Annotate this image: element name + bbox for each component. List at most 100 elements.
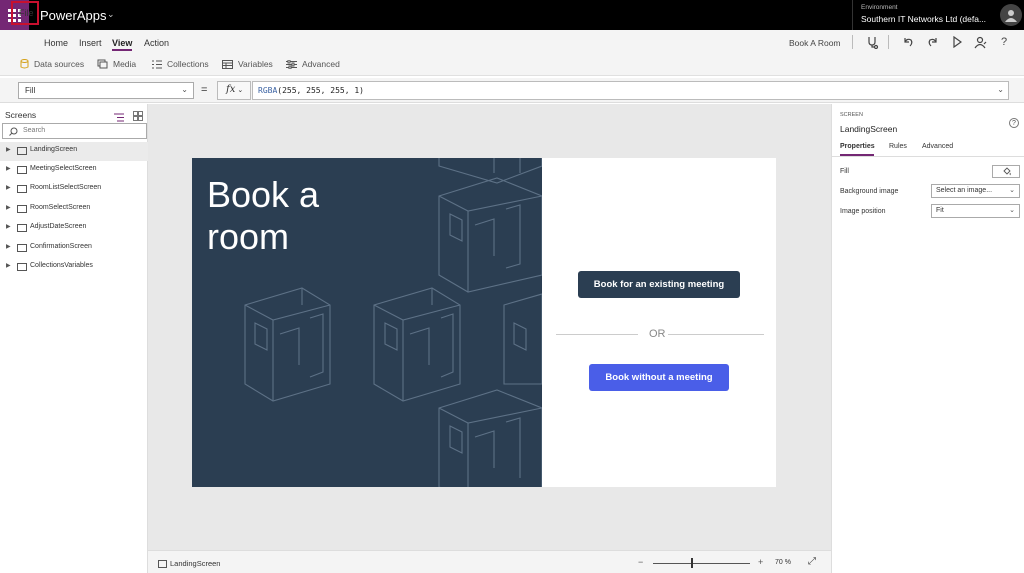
book-without-meeting-button[interactable]: Book without a meeting [589, 364, 729, 391]
media-button[interactable]: Media [97, 59, 136, 69]
menu-insert[interactable]: Insert [79, 38, 102, 48]
image-position-label: Image position [840, 208, 886, 215]
tree-item-label: AdjustDateScreen [30, 223, 87, 230]
menu-home[interactable]: Home [44, 38, 68, 48]
expand-arrow-icon[interactable]: ▶ [6, 243, 11, 250]
control-type-label: SCREEN [840, 112, 863, 118]
sliders-icon [286, 59, 297, 69]
expand-arrow-icon[interactable]: ▶ [6, 262, 11, 269]
tree-item-meetingselectscreen[interactable]: ▶ MeetingSelectScreen [0, 161, 148, 180]
screen-icon [158, 560, 167, 568]
environment-label: Environment [861, 4, 898, 11]
zoom-slider-thumb[interactable] [691, 558, 693, 568]
chevron-down-icon: ⌄ [1009, 187, 1015, 194]
formula-args: (255, 255, 255, 1) [277, 86, 364, 95]
share-user-icon[interactable] [972, 34, 988, 50]
screen-icon [17, 185, 27, 193]
tree-item-label: ConfirmationScreen [30, 243, 92, 250]
expand-arrow-icon[interactable]: ▶ [6, 146, 11, 153]
function-button[interactable]: fx ⌄ [217, 81, 251, 100]
image-position-value: Fit [936, 207, 944, 214]
screen-icon [17, 244, 27, 252]
formula-input[interactable]: RGBA(255, 255, 255, 1) ⌄ [252, 81, 1009, 100]
avatar[interactable] [1000, 4, 1022, 26]
collections-button[interactable]: Collections [152, 59, 209, 69]
chevron-down-icon[interactable]: ⌄ [107, 9, 115, 20]
help-icon[interactable]: ? [1009, 118, 1019, 128]
user-icon [1005, 10, 1017, 22]
tree-item-label: LandingScreen [30, 146, 78, 153]
headline-line-2: room [207, 216, 290, 257]
play-icon[interactable] [949, 34, 965, 50]
tree-item-roomlistselectscreen[interactable]: ▶ RoomListSelectScreen [0, 180, 148, 199]
image-position-dropdown[interactable]: Fit ⌄ [931, 204, 1020, 218]
environment-picker[interactable]: Environment Southern IT Networks Ltd (de… [852, 0, 996, 30]
expand-arrow-icon[interactable]: ▶ [6, 184, 11, 191]
paint-bucket-icon [1002, 167, 1011, 176]
headline: Book a room [207, 174, 319, 258]
zoom-out-button[interactable]: − [638, 557, 643, 567]
redo-icon[interactable] [925, 34, 941, 50]
advanced-button[interactable]: Advanced [286, 59, 340, 69]
design-canvas[interactable]: Book a room Book for an existing meeting… [148, 104, 831, 550]
fit-to-window-icon[interactable]: ⤢ [808, 556, 816, 567]
status-bar: LandingScreen − + 70 % ⤢ [148, 550, 831, 573]
tree-item-label: MeetingSelectScreen [30, 165, 97, 172]
expand-arrow-icon[interactable]: ▶ [6, 165, 11, 172]
table-icon [222, 59, 233, 69]
app-name-button[interactable]: Book A Room [789, 38, 841, 48]
menu-file[interactable]: File [11, 1, 39, 25]
book-existing-meeting-button[interactable]: Book for an existing meeting [578, 271, 740, 298]
help-icon[interactable]: ? [996, 34, 1012, 50]
tree-item-label: CollectionsVariables [30, 262, 93, 269]
variables-label: Variables [238, 59, 273, 69]
fill-color-picker[interactable] [992, 165, 1020, 178]
expand-arrow-icon[interactable]: ▶ [6, 223, 11, 230]
tree-item-roomselectscreen[interactable]: ▶ RoomSelectScreen [0, 200, 148, 219]
fill-label: Fill [840, 168, 849, 175]
zoom-slider[interactable] [653, 563, 750, 564]
tab-advanced[interactable]: Advanced [922, 143, 953, 150]
chevron-down-icon: ⌄ [181, 85, 188, 94]
advanced-label: Advanced [302, 59, 340, 69]
chevron-down-icon[interactable]: ⌄ [997, 85, 1004, 94]
tree-view-title: Screens [5, 110, 37, 120]
tree-item-landingscreen[interactable]: ▶ LandingScreen [0, 142, 148, 161]
zoom-in-button[interactable]: + [758, 557, 763, 567]
formula-bar: Fill ⌄ = fx ⌄ RGBA(255, 255, 255, 1) ⌄ [0, 78, 1024, 103]
tree-view-panel: Screens Search ▶ LandingScreen ▶ MeetingSe… [0, 104, 148, 573]
menu-view[interactable]: View [112, 38, 132, 48]
tree-item-adjustdatescreen[interactable]: ▶ AdjustDateScreen [0, 219, 148, 238]
hero-panel[interactable]: Book a room [192, 158, 542, 487]
divider [852, 35, 853, 49]
current-screen-label[interactable]: LandingScreen [170, 559, 220, 568]
property-dropdown[interactable]: Fill ⌄ [18, 82, 194, 99]
background-image-dropdown[interactable]: Select an image... ⌄ [931, 184, 1020, 198]
undo-icon[interactable] [900, 34, 916, 50]
landing-screen-preview[interactable]: Book a room Book for an existing meeting… [192, 158, 776, 487]
tree-item-label: RoomSelectScreen [30, 204, 91, 211]
ribbon: Data sources Media Collections Variables… [0, 54, 1024, 76]
equals-sign: = [201, 84, 208, 96]
divider [888, 35, 889, 49]
background-image-label: Background image [840, 188, 899, 195]
tab-rules[interactable]: Rules [889, 143, 907, 150]
screen-icon [17, 224, 27, 232]
app-checker-icon[interactable] [864, 34, 880, 50]
menu-action[interactable]: Action [144, 38, 169, 48]
formula-function: RGBA [258, 86, 278, 95]
tab-properties[interactable]: Properties [840, 143, 875, 150]
expand-arrow-icon[interactable]: ▶ [6, 204, 11, 211]
app-title[interactable]: PowerApps [40, 8, 106, 23]
data-sources-button[interactable]: Data sources [20, 59, 84, 69]
background-image-value: Select an image... [936, 187, 993, 194]
tree-item-collectionsvariables[interactable]: ▶ CollectionsVariables [0, 258, 148, 277]
tree-item-confirmationscreen[interactable]: ▶ ConfirmationScreen [0, 239, 148, 258]
search-input[interactable]: Search [2, 123, 147, 139]
divider [832, 156, 1024, 157]
screen-icon [17, 147, 27, 155]
properties-panel: SCREEN LandingScreen ? Properties Rules … [831, 104, 1024, 573]
variables-button[interactable]: Variables [222, 59, 273, 69]
tree-item-label: RoomListSelectScreen [30, 184, 102, 191]
data-sources-label: Data sources [34, 59, 85, 69]
